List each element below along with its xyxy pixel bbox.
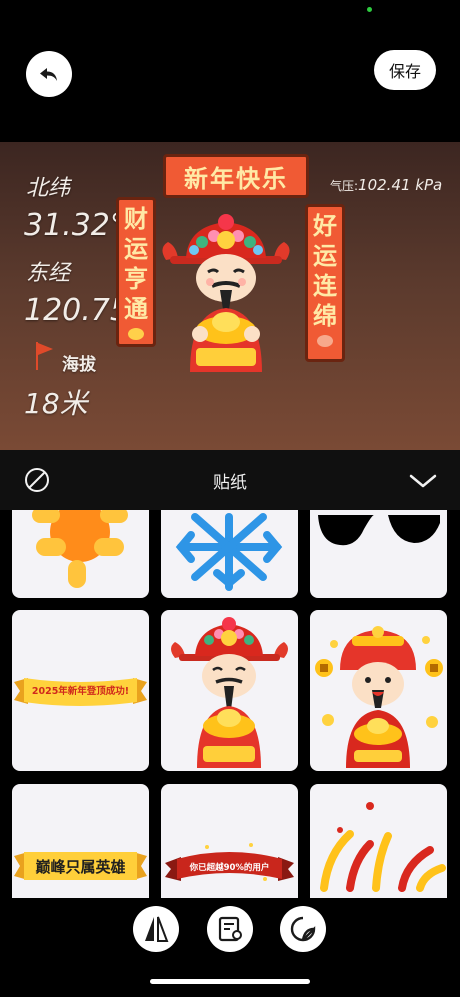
- banner-char: 通: [124, 295, 148, 323]
- save-button[interactable]: 保存: [374, 50, 436, 90]
- god-of-wealth-figure-icon[interactable]: [156, 212, 296, 382]
- sticker-button[interactable]: [280, 906, 326, 952]
- altitude-value: 18米: [24, 387, 88, 420]
- god-of-wealth-gold-icon: [171, 617, 288, 768]
- sticker-tile-god-of-wealth-gold[interactable]: [161, 610, 298, 771]
- banner-char: 运: [124, 235, 148, 263]
- mirror-icon: [145, 916, 169, 942]
- banner-char: 财: [124, 205, 148, 233]
- sheet-title: 贴纸: [213, 472, 247, 493]
- banner-char: 绵: [313, 302, 337, 330]
- banner-char: 好: [313, 212, 337, 240]
- template-edit-button[interactable]: [207, 906, 253, 952]
- cloud-ornament-icon: [317, 335, 333, 347]
- latitude-label: 北纬: [26, 176, 71, 201]
- gold-ingot-icon: [128, 328, 144, 340]
- chevron-down-icon[interactable]: [408, 472, 438, 490]
- undo-arrow-icon: [40, 68, 57, 81]
- sticker-tile-god-of-wealth-coins[interactable]: [310, 610, 447, 771]
- ribbon-text: 你已超越90%的用户: [189, 863, 270, 873]
- sticker-tile-surpassed-ribbon[interactable]: 你已超越90%的用户: [161, 784, 298, 898]
- mirror-button[interactable]: [133, 906, 179, 952]
- template-edit-icon: [218, 916, 242, 942]
- longitude-label: 东经: [26, 261, 71, 286]
- sticker-banner-left[interactable]: 财 运 亨 通: [116, 197, 156, 347]
- home-indicator[interactable]: [150, 979, 310, 984]
- sticker-tile-snowflake[interactable]: [161, 510, 298, 598]
- god-of-wealth-coins-icon: [315, 626, 443, 768]
- sticker-tile-peak-hero-ribbon[interactable]: 巅峰只属英雄: [12, 784, 149, 898]
- latitude-value: 31.32°: [24, 208, 125, 243]
- sticker-banner-right[interactable]: 好 运 连 绵: [305, 204, 345, 362]
- status-indicator-dot: [367, 7, 372, 12]
- flag-icon: [36, 342, 53, 370]
- sticker-tile-fireworks[interactable]: [310, 784, 447, 898]
- black-shape-icon: [318, 515, 440, 546]
- sticker-tile-black-shape[interactable]: [310, 510, 447, 598]
- photo-preview: 北纬 31.32° 东经 120.75° 海拔 18米 气压:102.41 kP…: [0, 142, 460, 450]
- ribbon-text: 2025年新年登顶成功!: [31, 686, 130, 697]
- pressure-value: 102.41 kPa: [358, 176, 443, 194]
- pressure-label: 气压:: [330, 179, 359, 193]
- snowflake-icon: [175, 513, 283, 591]
- prohibit-icon[interactable]: [24, 467, 50, 493]
- banner-char: 运: [313, 242, 337, 270]
- fireworks-icon: [320, 802, 446, 892]
- banner-char: 连: [313, 272, 337, 300]
- ribbon-text: 巅峰只属英雄: [35, 857, 126, 876]
- altitude-label: 海拔: [62, 355, 96, 375]
- sun-icon: [32, 510, 128, 588]
- sticker-icon: [290, 916, 316, 942]
- sticker-grid: 2025年新年登顶成功! 巅峰只属英雄 你已超越90%的用户: [0, 510, 460, 898]
- sticker-tile-sun[interactable]: [12, 510, 149, 598]
- pressure-readout: 气压:102.41 kPa: [330, 176, 442, 194]
- sticker-tile-new-year-ribbon[interactable]: 2025年新年登顶成功!: [12, 610, 149, 771]
- sticker-banner-top[interactable]: 新年快乐: [163, 154, 309, 198]
- banner-char: 亨: [124, 265, 148, 293]
- back-button[interactable]: [26, 51, 72, 97]
